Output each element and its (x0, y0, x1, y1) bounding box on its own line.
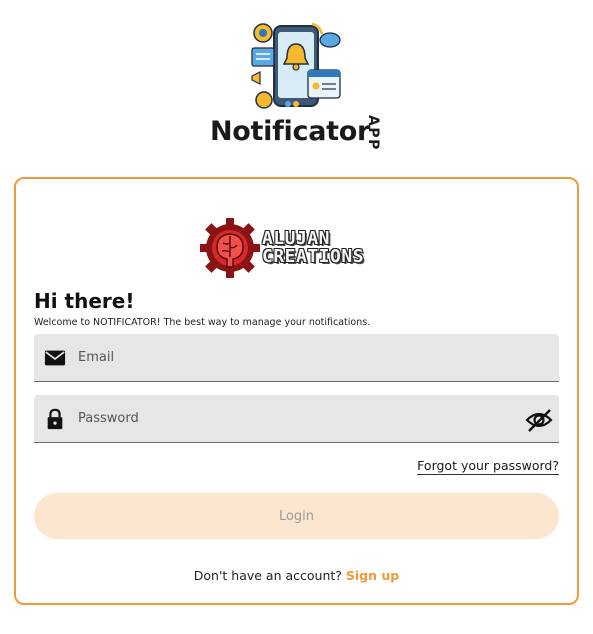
login-card: ALUJAN CREATIONS Hi there! Welcome to NO… (14, 177, 579, 605)
notification-app-logo-icon (251, 22, 341, 109)
forgot-password-link[interactable]: Forgot your password? (417, 458, 559, 475)
lock-icon (47, 408, 63, 430)
app-name: Notificator (210, 116, 371, 147)
brand-line-2: CREATIONS (262, 246, 365, 267)
no-account-text: Don't have an account? (193, 568, 342, 583)
signup-link[interactable]: Sign up (346, 568, 399, 583)
app-tag: APP (365, 115, 381, 151)
email-placeholder: Email (78, 350, 115, 365)
password-field[interactable]: Password (34, 395, 559, 443)
password-placeholder: Password (78, 411, 139, 426)
gear-brain-logo-icon (200, 218, 260, 278)
brand-wordmark: ALUJAN CREATIONS (262, 230, 364, 266)
hide-password-eye-icon[interactable] (525, 406, 553, 434)
welcome-subtitle: Welcome to NOTIFICATOR! The best way to … (34, 317, 371, 328)
email-field[interactable]: Email (34, 334, 559, 382)
mail-icon (44, 350, 66, 366)
login-button[interactable]: Login (34, 493, 559, 539)
signup-row: Don't have an account? Sign up (16, 568, 577, 583)
greeting-heading: Hi there! (34, 289, 135, 313)
